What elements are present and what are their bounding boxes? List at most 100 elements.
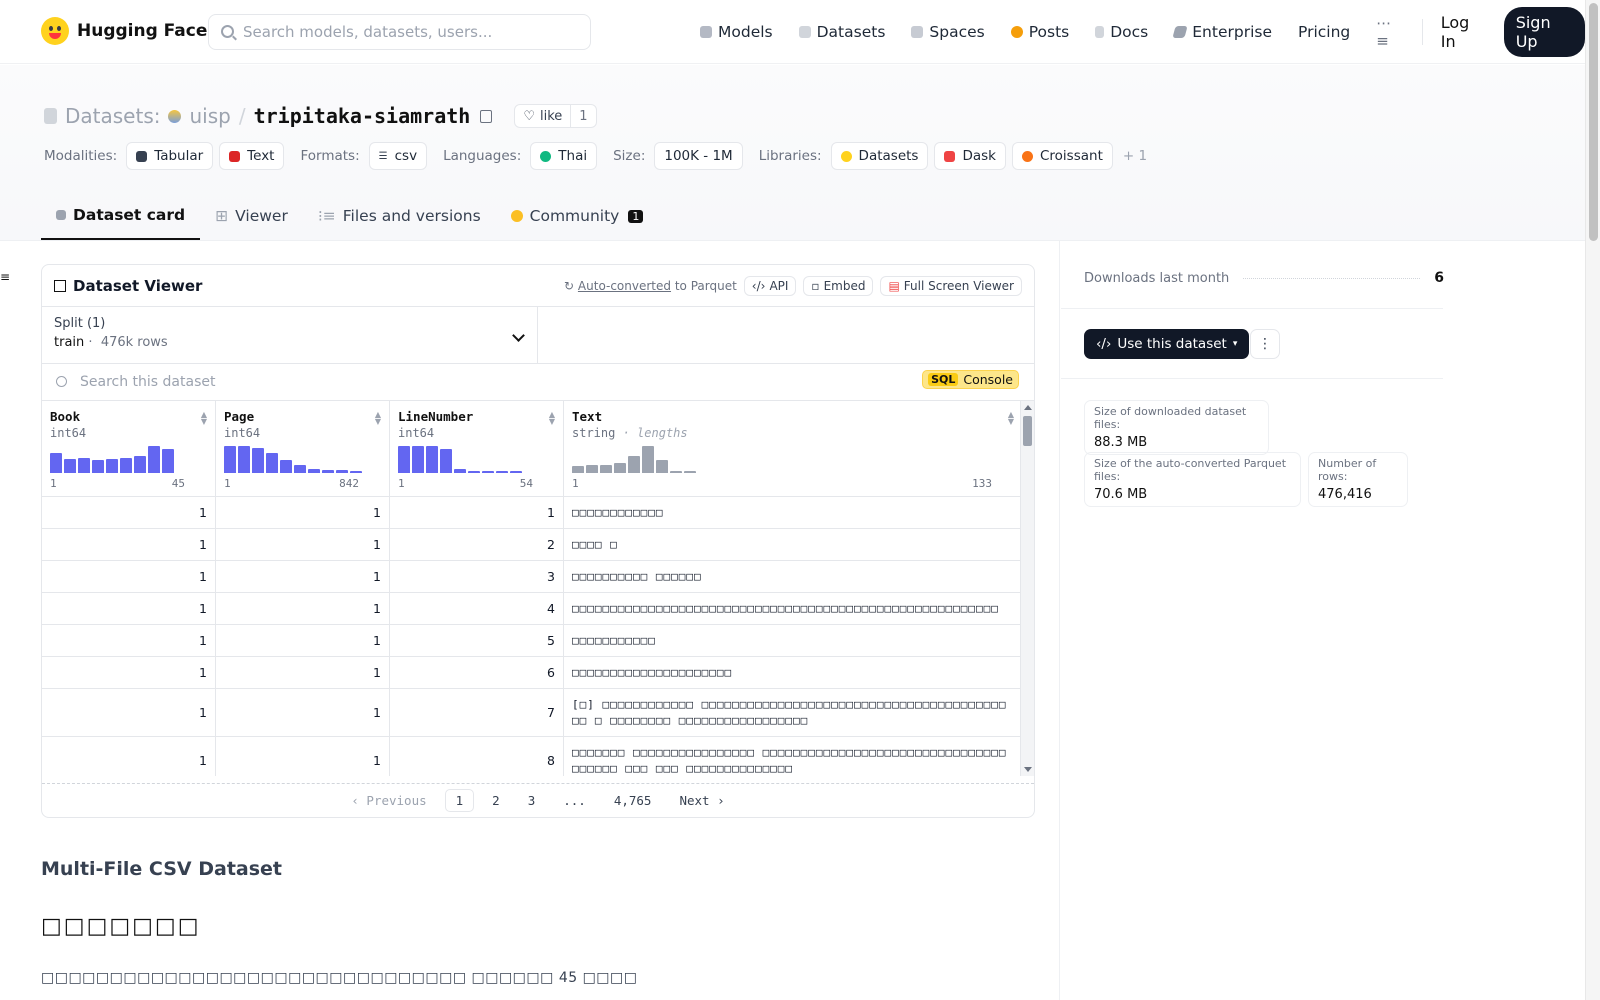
nav-enterprise[interactable]: Enterprise (1172, 23, 1272, 41)
histogram-bar[interactable] (162, 449, 174, 473)
histogram-bar[interactable] (78, 458, 90, 473)
repo-name[interactable]: tripitaka-siamrath (254, 104, 471, 128)
sort-icon[interactable]: ▲ ▼ (549, 411, 555, 426)
table-row[interactable]: 1 1 5 □□□□□□□□□□□ (42, 625, 1034, 657)
next-page-button[interactable]: Next › (669, 790, 734, 811)
copy-icon[interactable] (480, 109, 493, 123)
histogram-bar[interactable] (92, 460, 104, 473)
column-header-linenumber[interactable]: LineNumber int64 ▲ ▼ 1 54 (390, 401, 564, 496)
table-row[interactable]: 1 1 7 [□] □□□□□□□□□□□□ □□□□□□□□□□□□□□□□□□□□… (42, 689, 1034, 737)
tab-dataset-card[interactable]: Dataset card (41, 192, 201, 240)
page-1-button[interactable]: 1 (444, 789, 475, 812)
split-select[interactable]: Split (1) train · 476k rows (42, 307, 538, 363)
histogram-bar[interactable] (252, 448, 264, 473)
tag-dask[interactable]: Dask (934, 142, 1006, 170)
histogram-bar[interactable] (280, 460, 292, 473)
use-dataset-button[interactable]: ‹/› Use this dataset ▾ (1084, 329, 1250, 359)
histogram-bar[interactable] (684, 471, 696, 473)
histogram-bar[interactable] (308, 469, 320, 473)
histogram-bar[interactable] (106, 459, 118, 473)
histogram-bar[interactable] (628, 456, 640, 473)
previous-page-button[interactable]: ‹ Previous (341, 790, 436, 811)
histogram-bar[interactable] (412, 446, 424, 473)
histogram-bar[interactable] (350, 471, 362, 473)
histogram-bar[interactable] (148, 446, 160, 473)
brand-logo[interactable]: Hugging Face (41, 17, 207, 45)
histogram-bar[interactable] (398, 446, 410, 473)
tag-csv[interactable]: ☰ csv (368, 142, 428, 170)
histogram-bar[interactable] (50, 453, 62, 473)
more-menu-icon[interactable]: ⋯≡ (1376, 14, 1402, 50)
page-scrollbar[interactable] (1585, 0, 1600, 1000)
table-row[interactable]: 1 1 2 □□□□ □ (42, 529, 1034, 561)
api-button[interactable]: ‹/› API (743, 275, 797, 296)
autoconverted-note[interactable]: ↻ Auto-converted to Parquet (564, 279, 737, 293)
fullscreen-button[interactable]: ▤ Full Screen Viewer (880, 275, 1022, 296)
column-header-text[interactable]: Text string · lengths ▲ ▼ 1 133 (564, 401, 1022, 496)
tag-croissant[interactable]: Croissant (1011, 142, 1113, 170)
like-button[interactable]: ♡ like 1 (514, 104, 597, 128)
section-label[interactable]: Datasets: (65, 104, 160, 128)
tag-size[interactable]: 100K - 1M (654, 142, 743, 170)
nav-pricing[interactable]: Pricing (1298, 23, 1350, 41)
global-search-input[interactable]: Search models, datasets, users... (208, 14, 591, 50)
histogram-bar[interactable] (426, 446, 438, 473)
toc-toggle-icon[interactable]: ≡ (0, 270, 10, 284)
histogram-bar[interactable] (120, 458, 132, 473)
column-header-book[interactable]: Book int64 ▲ ▼ 1 45 (42, 401, 216, 496)
tab-viewer[interactable]: ⊞ Viewer (200, 192, 303, 240)
nav-posts[interactable]: Posts (1010, 23, 1069, 41)
signup-button[interactable]: Sign Up (1503, 7, 1585, 57)
login-link[interactable]: Log In (1441, 13, 1486, 51)
table-row[interactable]: 1 1 3 □□□□□□□□□□ □□□□□□ (42, 561, 1034, 593)
histogram-bar[interactable] (468, 471, 480, 473)
histogram-bar[interactable] (64, 459, 76, 473)
histogram-bar[interactable] (572, 466, 584, 473)
table-scrollbar[interactable] (1020, 401, 1034, 776)
histogram-bar[interactable] (238, 446, 250, 473)
histogram-bar[interactable] (266, 453, 278, 473)
page-3-button[interactable]: 3 (518, 790, 546, 811)
tag-thai[interactable]: Thai (530, 142, 598, 170)
histogram-bar[interactable] (440, 449, 452, 473)
last-page-button[interactable]: 4,765 (604, 790, 662, 811)
histogram-bar[interactable] (642, 446, 654, 473)
column-header-page[interactable]: Page int64 ▲ ▼ 1 842 (216, 401, 390, 496)
histogram-bar[interactable] (586, 465, 598, 473)
sql-console-button[interactable]: SQL Console (922, 370, 1019, 389)
histogram-bar[interactable] (322, 470, 334, 473)
table-row[interactable]: 1 1 4 □□□□□□□□□□□□□□□□□□□□□□□□□□□□□□□□□□□□□… (42, 593, 1034, 625)
table-row[interactable]: 1 1 1 □□□□□□□□□□□□ (42, 497, 1034, 529)
dataset-search-input[interactable]: Search this dataset SQL Console (42, 364, 1034, 401)
histogram-bar[interactable] (510, 471, 522, 473)
table-row[interactable]: 1 1 8 □□□□□□□ □□□□□□□□□□□□□□□□ □□□□□□□□□□□□… (42, 737, 1034, 776)
table-row[interactable]: 1 1 6 □□□□□□□□□□□□□□□□□□□□□ (42, 657, 1034, 689)
nav-spaces[interactable]: Spaces (911, 23, 985, 41)
histogram-bar[interactable] (224, 446, 236, 473)
histogram-bar[interactable] (600, 465, 612, 473)
tag-datasets-lib[interactable]: Datasets (830, 142, 929, 170)
more-libraries[interactable]: + 1 (1123, 148, 1147, 164)
tab-files[interactable]: ⁝≡ Files and versions (303, 192, 496, 240)
histogram-bar[interactable] (134, 456, 146, 473)
tag-text[interactable]: Text (219, 142, 285, 170)
histogram-bar[interactable] (294, 465, 306, 473)
owner-link[interactable]: uisp (189, 104, 230, 128)
histogram-bar[interactable] (614, 463, 626, 473)
page-2-button[interactable]: 2 (482, 790, 510, 811)
nav-models[interactable]: Models (700, 23, 773, 41)
nav-docs[interactable]: Docs (1095, 23, 1148, 41)
sort-icon[interactable]: ▲ ▼ (201, 411, 207, 426)
embed-button[interactable]: ▫ Embed (803, 275, 874, 296)
histogram-bar[interactable] (454, 469, 466, 473)
nav-datasets[interactable]: Datasets (798, 23, 885, 41)
more-options-icon[interactable]: ⋮ (1250, 329, 1280, 359)
histogram-bar[interactable] (670, 471, 682, 473)
histogram-bar[interactable] (336, 470, 348, 473)
tab-community[interactable]: Community 1 (496, 192, 659, 240)
tag-tabular[interactable]: Tabular (126, 142, 214, 170)
histogram-bar[interactable] (656, 460, 668, 473)
sort-icon[interactable]: ▲ ▼ (1008, 411, 1014, 426)
histogram-bar[interactable] (496, 471, 508, 473)
histogram-bar[interactable] (482, 471, 494, 473)
